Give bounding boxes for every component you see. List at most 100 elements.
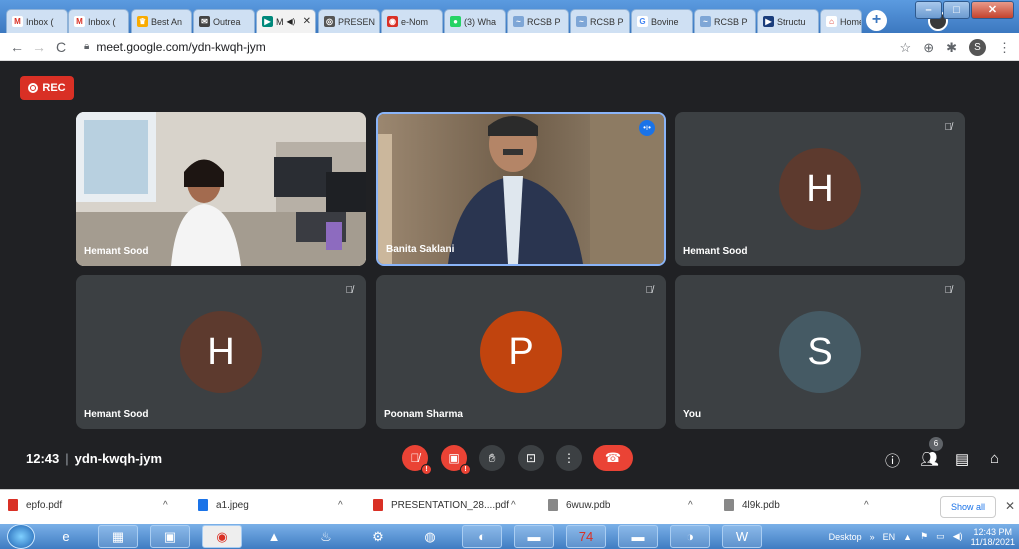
show-all-downloads-button[interactable]: Show all — [939, 496, 996, 518]
app-icon[interactable]: ◑ — [670, 525, 710, 548]
app-icon[interactable]: ◐ — [462, 525, 502, 548]
url-text: meet.google.com/ydn-kwqh-jym — [96, 39, 266, 54]
app-icon[interactable]: ▣ — [150, 525, 190, 548]
warning-badge: ! — [460, 464, 471, 475]
chevron-up-icon[interactable]: ^ — [688, 500, 693, 511]
tab-best-an[interactable]: ♛ Best An — [131, 9, 192, 33]
participant-tile[interactable]: 🎙̸ H Hemant Sood — [76, 275, 366, 429]
meet-control-bar: 12:43 | ydn-kwqh-jym 🎙̸! ▣! ✋︎ ⊡ ⋮ ☎︎ ⓘ 6 … — [0, 437, 1019, 482]
participant-avatar: H — [180, 311, 262, 393]
meeting-code: ydn-kwqh-jym — [74, 451, 163, 466]
more-options-button[interactable]: ⋮ — [556, 445, 582, 471]
rcsb-icon: ~ — [576, 16, 587, 27]
leave-call-button[interactable]: ☎︎ — [593, 445, 633, 471]
profile-avatar[interactable]: S — [969, 39, 986, 56]
meet-icon: ▶ — [262, 16, 273, 27]
tab-presentation[interactable]: ◎ PRESEN — [318, 9, 380, 33]
participant-name: Hemant Sood — [683, 246, 748, 257]
download-item[interactable]: epfo.pdf ^ — [8, 499, 168, 511]
download-item[interactable]: PRESENTATION_28....pdf ^ — [373, 499, 516, 511]
chevron-up-icon[interactable]: ^ — [864, 500, 869, 511]
close-shelf-icon[interactable]: ✕ — [1005, 499, 1015, 513]
mic-off-icon: 🎙̸ — [410, 451, 420, 465]
maximize-button[interactable]: □ — [943, 1, 970, 19]
chevron-right-icon[interactable]: » — [870, 532, 875, 542]
tab-label: e-Nom — [401, 16, 429, 27]
participant-tile-active-speaker[interactable]: •ı• Banita Saklani — [376, 112, 666, 266]
app-icon[interactable]: ▲ — [254, 525, 294, 548]
microphone-toggle-button[interactable]: 🎙̸! — [402, 445, 432, 475]
explorer-icon[interactable]: ▦ — [98, 525, 138, 548]
network-icon[interactable]: ▭ — [936, 531, 945, 542]
clock[interactable]: 12:43 PM 11/18/2021 — [971, 527, 1015, 547]
firefox-icon[interactable]: ◍ — [410, 525, 450, 548]
camera-toggle-button[interactable]: ▣! — [441, 445, 471, 475]
ie-icon[interactable]: e — [46, 525, 86, 548]
url-field[interactable]: 🔒︎ meet.google.com/ydn-kwqh-jym — [84, 40, 266, 54]
terminal-icon[interactable]: ▬ — [618, 525, 658, 548]
chat-icon[interactable]: ▤ — [955, 450, 969, 468]
download-item[interactable]: 4l9k.pdb ^ — [724, 499, 869, 511]
terminal-icon[interactable]: ▬ — [514, 525, 554, 548]
raise-hand-button[interactable]: ✋︎ — [479, 445, 505, 471]
puzzle-icon[interactable]: ✱ — [946, 40, 957, 56]
rcsb-icon: ~ — [700, 16, 711, 27]
tab-structure[interactable]: ▶ Structu — [757, 9, 819, 33]
meeting-info-icon[interactable]: ⓘ — [885, 450, 900, 471]
tab-inbox-1[interactable]: M Inbox ( — [6, 9, 68, 33]
download-label: a1.jpeg — [216, 499, 249, 511]
menu-icon[interactable]: ⋮ — [998, 40, 1011, 56]
meeting-time: 12:43 — [26, 451, 60, 466]
tab-rcsb-1[interactable]: ~ RCSB P — [507, 9, 569, 33]
trophy-icon: ♛ — [137, 16, 148, 27]
chevron-up-icon[interactable]: ^ — [511, 500, 516, 511]
tab-meet-active[interactable]: ▶ M ◀) ✕ — [256, 9, 316, 33]
app-icon[interactable]: ♨ — [306, 525, 346, 548]
activities-icon[interactable]: ⌂ — [990, 450, 999, 467]
tab-outreach[interactable]: ✉ Outrea — [193, 9, 255, 33]
new-tab-button[interactable]: + — [866, 10, 887, 31]
forward-icon[interactable]: → — [28, 39, 50, 55]
chrome-icon[interactable]: ◉ — [202, 525, 242, 548]
flag-icon[interactable]: ⚑ — [920, 531, 928, 542]
download-item[interactable]: 6wuw.pdb ^ — [548, 499, 693, 511]
chevron-up-icon[interactable]: ^ — [163, 500, 168, 511]
participant-tile[interactable]: Hemant Sood — [76, 112, 366, 266]
hand-icon: ✋︎ — [488, 451, 496, 465]
reload-icon[interactable]: C — [50, 39, 72, 55]
tab-label: Bovine — [651, 16, 679, 27]
meeting-details: 12:43 | ydn-kwqh-jym — [26, 451, 162, 466]
close-tab-icon[interactable]: ✕ — [303, 16, 311, 27]
close-window-button[interactable]: ✕ — [971, 1, 1014, 19]
tab-e-nom[interactable]: ◉ e-Nom — [381, 9, 443, 33]
extension-icon[interactable]: ⊕ — [923, 40, 934, 56]
tab-label: Inbox ( — [26, 16, 54, 27]
start-button[interactable] — [7, 524, 35, 549]
tab-bovine[interactable]: G Bovine — [631, 9, 693, 33]
chevron-up-icon[interactable]: ^ — [338, 500, 343, 511]
download-label: epfo.pdf — [26, 499, 63, 511]
participant-tile[interactable]: 🎙̸ P Poonam Sharma — [376, 275, 666, 429]
back-icon[interactable]: ← — [6, 39, 28, 55]
tab-rcsb-2[interactable]: ~ RCSB P — [570, 9, 630, 33]
participant-name: You — [683, 409, 702, 420]
tab-rcsb-3[interactable]: ~ RCSB P — [694, 9, 756, 33]
download-item[interactable]: a1.jpeg ^ — [198, 499, 343, 511]
minimize-button[interactable]: – — [915, 1, 942, 19]
participant-tile[interactable]: 🎙̸ H Hemant Sood — [675, 112, 965, 266]
present-screen-button[interactable]: ⊡ — [518, 445, 544, 471]
people-icon[interactable]: 👥︎ — [920, 450, 939, 468]
language-indicator[interactable]: EN — [883, 532, 896, 542]
star-icon[interactable]: ☆ — [900, 40, 912, 56]
volume-icon[interactable]: ◀) — [953, 531, 963, 542]
tab-whatsapp[interactable]: ● (3) Wha — [444, 9, 506, 33]
tab-label: RCSB P — [527, 16, 561, 27]
app-icon[interactable]: 74 — [566, 525, 606, 548]
participant-tile-self[interactable]: 🎙̸ S You — [675, 275, 965, 429]
tray-arrow-icon[interactable]: ▲ — [903, 532, 912, 542]
app-icon[interactable]: ⚙ — [358, 525, 398, 548]
tab-inbox-2[interactable]: M Inbox ( — [68, 9, 129, 33]
desktop-toolbar-label[interactable]: Desktop — [829, 532, 862, 542]
tab-home[interactable]: ⌂ Home — [820, 9, 862, 33]
word-icon[interactable]: W — [722, 525, 762, 548]
